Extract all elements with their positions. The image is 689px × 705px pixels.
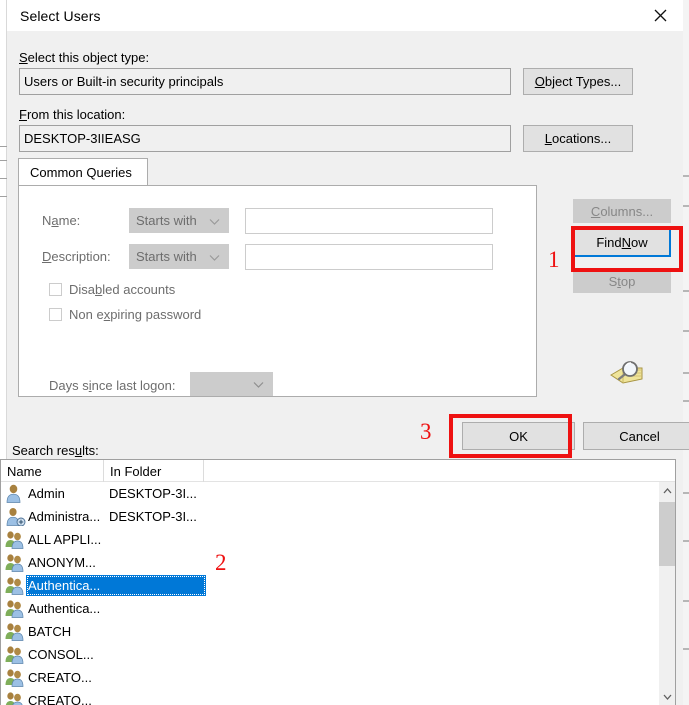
query-description-operator-value: Starts with	[136, 249, 197, 264]
row-name: ANONYM...	[28, 555, 96, 570]
checkbox-non-expiring-password-label: Non expiring password	[69, 307, 202, 322]
location-value: DESKTOP-3IIEASG	[24, 131, 141, 146]
group-icon	[4, 622, 26, 641]
results-column-headers: Name In Folder	[1, 460, 675, 482]
tab-common-queries[interactable]: Common Queries	[18, 158, 148, 186]
common-queries-panel: Name: Starts with Description: Starts wi…	[18, 185, 537, 397]
cancel-button-label: Cancel	[619, 428, 660, 444]
query-description-label: Description:	[42, 249, 111, 264]
row-name: Administra...	[28, 509, 101, 524]
location-label: From this location:	[19, 107, 126, 122]
row-folder: DESKTOP-3I...	[109, 509, 197, 524]
table-row[interactable]: Admin DESKTOP-3I...	[1, 482, 658, 505]
location-input[interactable]: DESKTOP-3IIEASG	[19, 125, 511, 152]
query-name-operator-value: Starts with	[136, 213, 197, 228]
column-header-filler	[204, 460, 658, 482]
column-header-in-folder[interactable]: In Folder	[104, 460, 204, 482]
row-name: CREATO...	[28, 670, 92, 685]
chevron-down-icon	[209, 249, 220, 264]
selected-result-row[interactable]: Authentica...	[1, 574, 658, 597]
checkbox-box	[49, 283, 62, 296]
chevron-down-icon[interactable]	[659, 688, 675, 705]
checkbox-box	[49, 308, 62, 321]
cancel-button[interactable]: Cancel	[583, 422, 689, 450]
table-row[interactable]: Administra... DESKTOP-3I...	[1, 505, 658, 528]
table-row[interactable]: Authentica...	[1, 597, 658, 620]
results-rows: Admin DESKTOP-3I... Administra... DESKTOP-3…	[1, 482, 658, 705]
group-icon	[4, 599, 26, 618]
table-row[interactable]: BATCH	[1, 620, 658, 643]
group-icon	[4, 645, 26, 664]
table-row[interactable]: CREATO...	[1, 689, 658, 705]
object-type-label: Select this object type:	[19, 50, 150, 65]
search-results-label: Search results:	[12, 443, 99, 458]
object-type-value: Users or Built-in security principals	[24, 74, 224, 89]
days-since-logon-label: Days since last logon:	[49, 378, 176, 393]
query-description-operator-select[interactable]: Starts with	[129, 244, 229, 269]
group-icon	[4, 553, 26, 572]
checkbox-non-expiring-password[interactable]: Non expiring password	[49, 307, 201, 322]
group-icon	[4, 530, 26, 549]
column-header-name[interactable]: Name	[1, 460, 104, 482]
object-types-button[interactable]: Object Types...	[523, 68, 633, 95]
results-scrollbar[interactable]	[658, 482, 675, 705]
scrollbar-thumb[interactable]	[659, 502, 675, 566]
query-name-operator-select[interactable]: Starts with	[129, 208, 229, 233]
query-description-input[interactable]	[245, 244, 493, 270]
row-name: Authentica...	[28, 578, 101, 593]
row-name: Authentica...	[28, 601, 101, 616]
user-icon	[4, 484, 26, 503]
days-since-logon-select[interactable]	[190, 372, 273, 396]
table-row[interactable]: ANONYM...	[1, 551, 658, 574]
ok-button[interactable]: OK	[462, 422, 575, 450]
checkbox-disabled-accounts-label: Disabled accounts	[69, 282, 176, 297]
table-row[interactable]: CONSOL...	[1, 643, 658, 666]
row-name: ALL APPLI...	[28, 532, 102, 547]
title-bar: Select Users	[7, 0, 683, 32]
query-name-input[interactable]	[245, 208, 493, 234]
chevron-down-icon	[209, 213, 220, 228]
table-row[interactable]: ALL APPLI...	[1, 528, 658, 551]
checkbox-disabled-accounts[interactable]: Disabled accounts	[49, 282, 175, 297]
close-icon[interactable]	[637, 0, 683, 31]
search-results-list: Name In Folder Admin DESKTOP-3I... Adminis…	[0, 459, 676, 705]
locations-button[interactable]: Locations...	[523, 125, 633, 152]
row-name: Admin	[28, 486, 65, 501]
page-title: Select Users	[20, 8, 101, 24]
query-name-label: Name:	[42, 213, 81, 228]
group-icon	[4, 668, 26, 687]
key-search-icon	[605, 357, 647, 391]
row-name: CREATO...	[28, 693, 92, 705]
table-row[interactable]: CREATO...	[1, 666, 658, 689]
find-now-button[interactable]: Find Now	[573, 228, 671, 257]
ok-button-label: OK	[509, 428, 528, 444]
stop-button[interactable]: St op	[573, 269, 671, 293]
chevron-up-icon[interactable]	[659, 482, 675, 499]
row-folder: DESKTOP-3I...	[109, 486, 197, 501]
row-name: BATCH	[28, 624, 72, 639]
chevron-down-icon	[253, 377, 264, 392]
background-window-right-scrollbar[interactable]	[682, 0, 689, 705]
tab-common-queries-label: Common Queries	[30, 165, 132, 180]
row-name: CONSOL...	[28, 647, 94, 662]
group-icon	[4, 691, 26, 705]
object-type-input[interactable]: Users or Built-in security principals	[19, 68, 511, 95]
group-icon	[4, 576, 26, 595]
user-admin-icon	[4, 507, 26, 527]
columns-button[interactable]: Columns...	[573, 199, 671, 223]
